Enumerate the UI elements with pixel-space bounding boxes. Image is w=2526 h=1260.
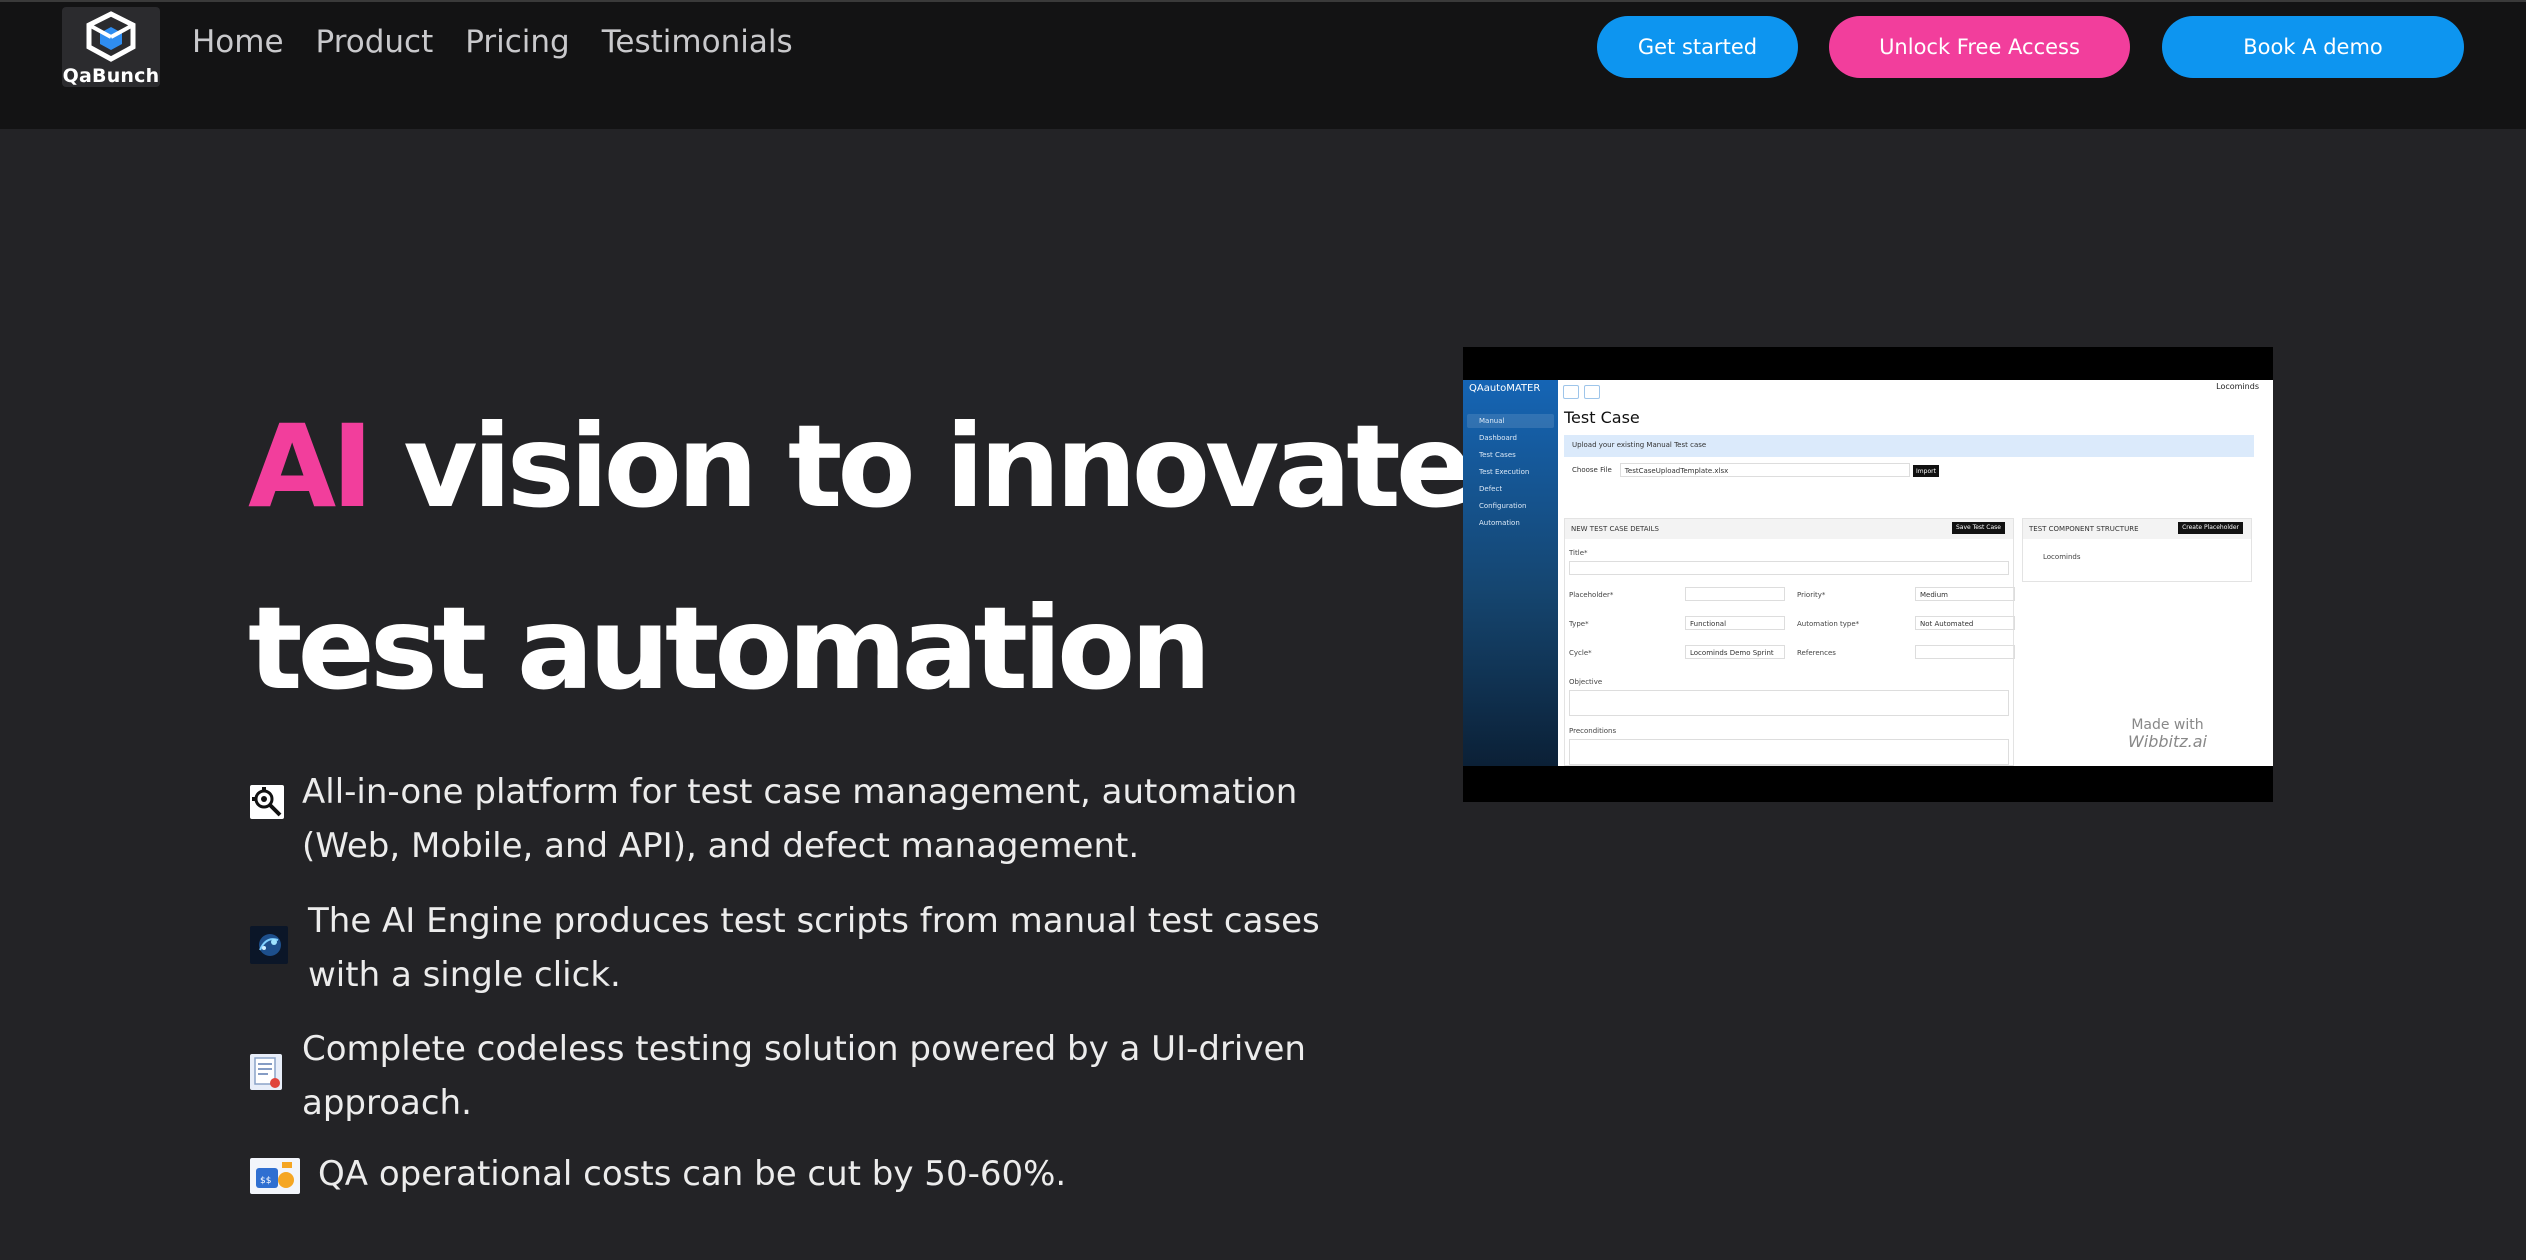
app-field-box: Locominds Demo Sprint <box>1685 645 1785 659</box>
app-sidebar-item: Test Execution <box>1479 468 1530 476</box>
feature-text: Complete codeless testing solution power… <box>302 1029 1306 1123</box>
app-page-title: Test Case <box>1564 408 1640 427</box>
app-field-label: References <box>1797 649 1836 657</box>
feature-item: Complete codeless testing solution power… <box>250 1022 1400 1130</box>
qabunch-logo[interactable]: QaBunch <box>62 7 160 87</box>
feature-text: QA operational costs can be cut by 50-60… <box>318 1154 1067 1194</box>
nav-link-pricing[interactable]: Pricing <box>465 24 570 60</box>
app-field-box <box>1915 645 2015 659</box>
app-file-name: TestCaseUploadTemplate.xlsx <box>1619 463 1910 477</box>
watermark-text: Made with <box>2131 717 2204 734</box>
app-sidebar-item: Configuration <box>1479 502 1527 510</box>
app-choose-file: Choose File <box>1572 466 1612 474</box>
gear-search-icon <box>250 785 284 819</box>
app-details-header: NEW TEST CASE DETAILS <box>1565 519 2013 539</box>
nav-link-testimonials[interactable]: Testimonials <box>602 24 793 60</box>
book-demo-button[interactable]: Book A demo <box>2162 16 2464 78</box>
app-field-box: Not Automated <box>1915 616 2015 630</box>
app-field-label: Preconditions <box>1569 727 1617 735</box>
app-brand: QAautoMATER <box>1469 383 1541 394</box>
app-sidebar-item: Manual <box>1467 414 1554 428</box>
feature-text: The AI Engine produces test scripts from… <box>308 901 1320 995</box>
app-toolbar-button <box>1563 385 1579 399</box>
app-sidebar-item: Automation <box>1479 519 1520 527</box>
app-field-label: Cycle* <box>1569 649 1592 657</box>
app-create-placeholder-button: Create Placeholder <box>2178 522 2243 534</box>
feature-item: The AI Engine produces test scripts from… <box>250 894 1400 1002</box>
app-details-panel: NEW TEST CASE DETAILS Save Test Case Tit… <box>1564 518 2015 766</box>
app-field-label: Objective <box>1569 678 1603 686</box>
app-save-button: Save Test Case <box>1951 522 2005 534</box>
watermark: Made with Wibbitz.ai <box>2127 717 2207 752</box>
hero-title-accent: AI <box>248 400 374 533</box>
app-field-label: Title* <box>1569 549 1588 557</box>
app-component-item: Locominds <box>2043 553 2081 561</box>
nav-link-product[interactable]: Product <box>316 24 434 60</box>
app-field-box <box>1569 739 2009 765</box>
product-video-preview[interactable]: QAautoMATER Manual Dashboard Test Cases … <box>1463 347 2273 802</box>
watermark-brand: Wibbitz.ai <box>2127 732 2207 752</box>
app-field-box: Medium <box>1915 587 2015 601</box>
app-field-box <box>1569 561 2009 575</box>
feature-item: $$ QA operational costs can be cut by 50… <box>250 1150 1400 1201</box>
feature-item: All-in-one platform for test case manage… <box>250 765 1400 873</box>
app-field-box <box>1569 690 2009 716</box>
app-sidebar-item: Defect <box>1479 485 1503 493</box>
app-field-label: Placeholder* <box>1569 591 1614 599</box>
nav-link-home[interactable]: Home <box>192 24 284 60</box>
app-main: Locominds Test Case Upload your existing… <box>1558 380 2273 766</box>
app-sidebar-item: Dashboard <box>1479 434 1517 442</box>
hero-title-rest: vision to innovate <box>368 400 1473 533</box>
app-upload-bar: Upload your existing Manual Test case <box>1564 435 2254 457</box>
cost-savings-icon: $$ <box>250 1158 300 1194</box>
logo-text: QaBunch <box>62 65 160 87</box>
app-import-button: Import <box>1913 465 1939 477</box>
app-field-box: Functional <box>1685 616 1785 630</box>
app-toolbar-button <box>1584 385 1600 399</box>
get-started-button[interactable]: Get started <box>1597 16 1798 78</box>
app-field-label: Priority* <box>1797 591 1826 599</box>
app-screenshot: QAautoMATER Manual Dashboard Test Cases … <box>1463 380 2273 766</box>
nav-links: Home Product Pricing Testimonials <box>192 24 793 60</box>
hero-title-line1: AI vision to innovate <box>248 410 1473 524</box>
feature-text: All-in-one platform for test case manage… <box>302 772 1298 866</box>
app-component-panel: TEST COMPONENT STRUCTURE Create Placehol… <box>2022 518 2252 582</box>
app-sidebar: QAautoMATER Manual Dashboard Test Cases … <box>1463 380 1558 766</box>
hero-title-line2: test automation <box>248 582 1212 715</box>
app-toolbar <box>1563 385 1600 399</box>
top-navbar: QaBunch Home Product Pricing Testimonial… <box>0 0 2526 129</box>
unlock-free-access-button[interactable]: Unlock Free Access <box>1829 16 2130 78</box>
app-sidebar-item: Test Cases <box>1479 451 1516 459</box>
ai-brain-icon <box>250 926 288 964</box>
svg-text:$$: $$ <box>260 1176 271 1186</box>
app-field-label: Type* <box>1569 620 1589 628</box>
cube-logo-icon <box>86 11 136 62</box>
app-user: Locominds <box>2216 382 2259 391</box>
codeless-doc-icon <box>250 1054 282 1090</box>
app-file-row: Choose File TestCaseUploadTemplate.xlsx <box>1572 463 1910 477</box>
app-field-box <box>1685 587 1785 601</box>
app-field-label: Automation type* <box>1797 620 1860 628</box>
